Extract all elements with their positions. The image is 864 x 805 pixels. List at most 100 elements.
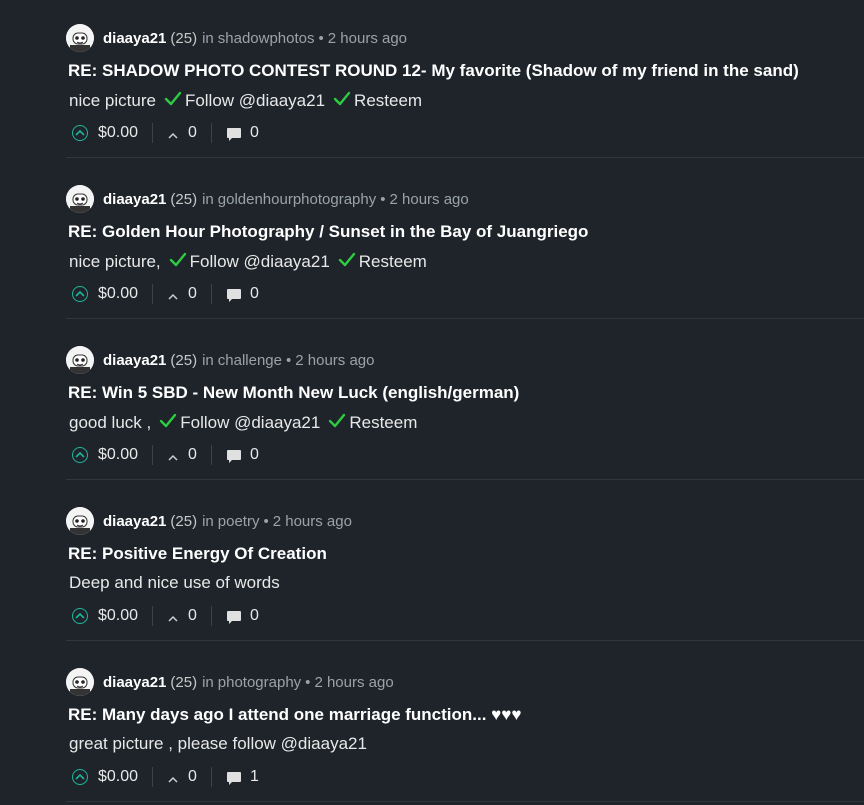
post-footer: $0.00 0 0	[72, 443, 259, 467]
separator-dot: •	[380, 190, 386, 208]
vote-count[interactable]: 0	[188, 768, 197, 786]
comment-bubble-icon[interactable]	[226, 126, 242, 142]
footer-divider	[210, 767, 212, 787]
author-link[interactable]: diaaya21	[103, 513, 166, 530]
author-link[interactable]: diaaya21	[103, 30, 166, 47]
community-link[interactable]: goldenhourphotography	[218, 191, 376, 208]
vote-count[interactable]: 0	[188, 607, 197, 625]
body-text: nice picture,	[69, 251, 161, 271]
upvote-icon[interactable]	[72, 447, 88, 463]
tag-text: Resteem	[349, 413, 418, 432]
check-icon	[164, 91, 182, 107]
tag-text: Follow @diaaya21	[189, 252, 330, 271]
vote-count[interactable]: 0	[188, 124, 197, 142]
tag-text: Follow @diaaya21	[180, 413, 321, 432]
author-link[interactable]: diaaya21	[103, 352, 166, 369]
payout-value[interactable]: $0.00	[98, 285, 138, 303]
footer-divider	[210, 606, 212, 626]
post-body: nice picture Follow @diaaya21 Resteem	[69, 90, 422, 111]
chevron-up-icon[interactable]	[167, 289, 179, 300]
upvote-icon[interactable]	[72, 286, 88, 302]
community-link[interactable]: challenge	[218, 352, 282, 369]
payout-value[interactable]: $0.00	[98, 446, 138, 464]
vote-count[interactable]: 0	[188, 446, 197, 464]
feed-item: diaaya21 (25) in photography • 2 hours a…	[0, 644, 864, 805]
footer-divider	[210, 123, 212, 143]
body-tags: Follow @diaaya21 Resteem	[151, 412, 417, 433]
post-body: great picture , please follow @diaaya21	[69, 734, 367, 754]
post-title[interactable]: RE: Golden Hour Photography / Sunset in …	[68, 222, 588, 242]
comment-count[interactable]: 0	[250, 607, 259, 625]
comment-count[interactable]: 0	[250, 124, 259, 142]
tag-text: Follow @diaaya21	[184, 91, 326, 110]
reputation-score: (25)	[170, 190, 198, 208]
post-title[interactable]: RE: Many days ago I attend one marriage …	[68, 705, 521, 725]
upvote-icon[interactable]	[72, 769, 88, 785]
comment-bubble-icon[interactable]	[226, 287, 242, 303]
check-icon	[159, 413, 177, 429]
separator-dot: •	[285, 351, 292, 369]
footer-divider	[152, 606, 154, 626]
footer-divider	[210, 284, 212, 304]
body-text: nice picture	[69, 90, 156, 110]
payout-value[interactable]: $0.00	[98, 124, 138, 142]
comment-bubble-icon[interactable]	[226, 448, 242, 464]
vote-count[interactable]: 0	[188, 285, 197, 303]
avatar-icon[interactable]	[66, 346, 94, 374]
comment-count[interactable]: 0	[250, 285, 259, 303]
post-body: Deep and nice use of words	[69, 573, 280, 593]
chevron-up-icon[interactable]	[167, 450, 179, 461]
item-divider	[66, 640, 864, 641]
post-title[interactable]: RE: Win 5 SBD - New Month New Luck (engl…	[68, 383, 519, 403]
in-label: in	[202, 190, 214, 208]
payout-value[interactable]: $0.00	[98, 607, 138, 625]
chevron-up-icon[interactable]	[167, 128, 179, 139]
author-link[interactable]: diaaya21	[103, 191, 166, 208]
chevron-up-icon[interactable]	[167, 611, 179, 622]
payout-value[interactable]: $0.00	[98, 768, 138, 786]
in-label: in	[202, 512, 214, 530]
comment-bubble-icon[interactable]	[226, 770, 242, 786]
feed-item: diaaya21 (25) in shadowphotos • 2 hours …	[0, 0, 864, 161]
body-text: great picture , please follow @diaaya21	[69, 734, 367, 753]
post-title[interactable]: RE: SHADOW PHOTO CONTEST ROUND 12- My fa…	[68, 61, 799, 81]
item-divider	[66, 318, 864, 319]
community-link[interactable]: poetry	[218, 513, 260, 530]
post-footer: $0.00 0 0	[72, 121, 259, 145]
avatar-icon[interactable]	[66, 185, 94, 213]
reputation-score: (25)	[170, 29, 198, 47]
tag-text: Resteem	[354, 91, 423, 110]
post-title[interactable]: RE: Positive Energy Of Creation	[68, 544, 327, 564]
reputation-score: (25)	[170, 512, 198, 530]
comment-count[interactable]: 0	[250, 446, 259, 464]
post-body: good luck , Follow @diaaya21 Resteem	[69, 412, 417, 433]
avatar-icon[interactable]	[66, 668, 94, 696]
comment-bubble-icon[interactable]	[226, 609, 242, 625]
community-link[interactable]: shadowphotos	[218, 30, 315, 47]
footer-divider	[210, 445, 212, 465]
avatar-icon[interactable]	[66, 507, 94, 535]
comment-count[interactable]: 1	[250, 768, 259, 786]
author-link[interactable]: diaaya21	[103, 674, 166, 691]
check-icon	[333, 91, 351, 107]
community-link[interactable]: photography	[218, 674, 301, 691]
upvote-icon[interactable]	[72, 125, 88, 141]
item-divider	[66, 479, 864, 480]
post-meta: diaaya21 (25) in goldenhourphotography •…	[66, 185, 469, 213]
post-footer: $0.00 0 1	[72, 765, 259, 789]
comment-feed: diaaya21 (25) in shadowphotos • 2 hours …	[0, 0, 864, 805]
post-meta: diaaya21 (25) in shadowphotos • 2 hours …	[66, 24, 407, 52]
post-body: nice picture, Follow @diaaya21 Resteem	[69, 251, 427, 272]
chevron-up-icon[interactable]	[167, 772, 179, 783]
check-icon	[328, 413, 346, 429]
item-divider	[66, 801, 864, 802]
post-meta: diaaya21 (25) in challenge • 2 hours ago	[66, 346, 374, 374]
avatar-icon[interactable]	[66, 24, 94, 52]
upvote-icon[interactable]	[72, 608, 88, 624]
separator-dot: •	[263, 512, 269, 530]
in-label: in	[202, 673, 214, 691]
feed-item: diaaya21 (25) in challenge • 2 hours ago…	[0, 322, 864, 483]
footer-divider	[152, 767, 154, 787]
timestamp: 2 hours ago	[295, 351, 375, 369]
post-footer: $0.00 0 0	[72, 282, 259, 306]
